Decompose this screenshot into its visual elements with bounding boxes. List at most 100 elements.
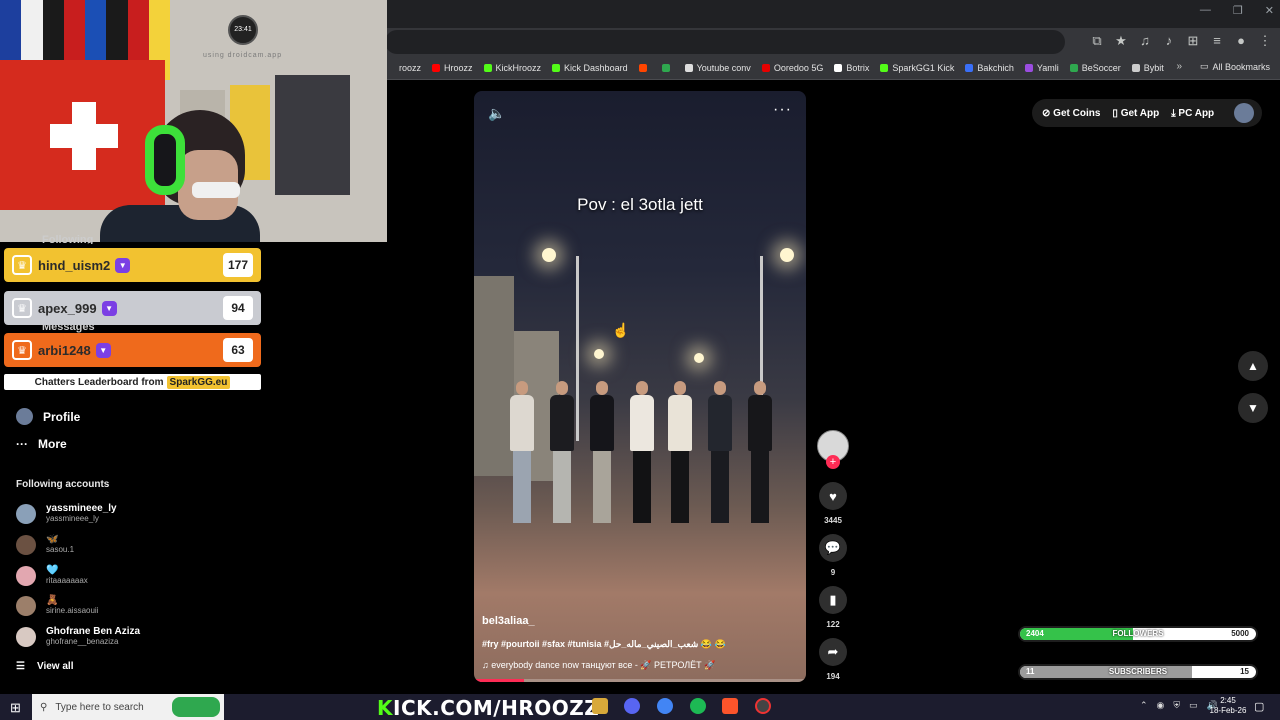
nav-more[interactable]: ··· More xyxy=(16,437,67,451)
leaderboard-name: hind_uism2 xyxy=(38,257,111,273)
leaderboard-brand: SparkGG.eu xyxy=(166,375,231,389)
person xyxy=(666,381,694,531)
restore-button[interactable]: ❐ xyxy=(1233,4,1243,17)
get-app-button[interactable]: ▯ Get App xyxy=(1112,108,1159,119)
account-avatar[interactable] xyxy=(1234,103,1254,123)
get-coins-button[interactable]: ⊘ Get Coins xyxy=(1042,108,1100,119)
file-explorer-icon[interactable] xyxy=(592,698,608,714)
taskbar-clock[interactable]: 2:45 18-Feb-26 xyxy=(1206,696,1250,716)
video-author[interactable]: bel3aliaa_ xyxy=(482,615,535,627)
following-account[interactable]: yassmineee_ly yassmineee_ly xyxy=(16,503,117,524)
like-button[interactable]: ♥ xyxy=(819,482,847,510)
menu-icon[interactable]: ⋮ xyxy=(1258,33,1272,49)
address-bar[interactable] xyxy=(385,30,1065,54)
minimize-button[interactable]: — xyxy=(1200,4,1211,17)
discord-icon[interactable] xyxy=(624,698,640,714)
following-account[interactable]: 🦋 sasou.1 xyxy=(16,534,74,555)
download-icon: ⤓ xyxy=(1171,107,1176,119)
bookmark-favicon-icon xyxy=(387,63,395,72)
bookmark-favicon-icon xyxy=(834,63,843,72)
close-button[interactable]: ✕ xyxy=(1265,4,1274,17)
bookmark-label: Ooredoo 5G xyxy=(773,62,824,73)
bookmark-item[interactable]: Youtube conv xyxy=(684,63,751,73)
following-account[interactable]: 🩵 ritaaaaaaax xyxy=(16,565,88,586)
video-overlay-text: Pov : el 3otla jett xyxy=(577,195,703,214)
star-icon[interactable]: ★ xyxy=(1114,33,1128,49)
extensions-icon[interactable]: ⊞ xyxy=(1186,33,1200,49)
screen-cast-icon[interactable]: ⧉ xyxy=(1090,33,1104,49)
view-all-button[interactable]: ☰ View all xyxy=(16,661,73,672)
hand-cursor-icon: ☝ xyxy=(612,322,630,338)
bookmark-label: Yamli xyxy=(1036,62,1059,73)
following-account[interactable]: 🧸 sirine.aissaouii xyxy=(16,595,98,616)
tray-chevron-icon[interactable]: ⌃ xyxy=(1140,700,1148,711)
bookmark-item[interactable]: roozz xyxy=(387,63,421,73)
bookmark-item[interactable]: Ooredoo 5G xyxy=(761,62,824,73)
bookmark-favicon-icon xyxy=(432,63,441,72)
shield-icon[interactable]: ⛨ xyxy=(1173,700,1180,711)
bookmark-item[interactable]: KickHroozz xyxy=(483,62,542,73)
audio-icon[interactable]: ♪ xyxy=(1162,33,1176,49)
bookmark-icon: ▮ xyxy=(829,592,837,607)
video-music[interactable]: ♫ everybody dance now танцуют все - 🚀 РЕ… xyxy=(482,660,715,671)
bookmark-item[interactable]: Botrix xyxy=(834,63,869,73)
video-player[interactable]: 🔈 ··· Pov : el 3otla jett bel3aliaa_ #fr… xyxy=(474,91,806,682)
leaderboard-score: 63 xyxy=(223,338,253,362)
tray-app-icon[interactable]: ◉ xyxy=(1157,700,1165,711)
sunglasses xyxy=(192,182,240,198)
search-icon: ⚲ xyxy=(40,701,48,713)
all-bookmarks-button[interactable]: ▭ All Bookmarks xyxy=(1200,61,1270,72)
spotify-icon[interactable] xyxy=(690,698,706,714)
share-button[interactable]: ➦ xyxy=(819,638,847,666)
subscribers-label: SUBSCRIBERS xyxy=(1108,667,1168,676)
bookmark-label: Bybit xyxy=(1143,62,1164,73)
video-progress-bar[interactable] xyxy=(474,679,806,682)
more-bookmarks-button[interactable]: » xyxy=(1176,61,1182,72)
bookmark-item[interactable] xyxy=(661,63,674,72)
nav-more-label: More xyxy=(38,437,67,451)
search-placeholder: Type here to search xyxy=(55,701,144,713)
comment-count: 9 xyxy=(830,568,836,577)
followers-label: FOLLOWERS xyxy=(1112,629,1164,638)
nav-profile[interactable]: Profile xyxy=(16,408,80,425)
bookmark-item[interactable]: SparkGG1 Kick xyxy=(880,63,954,73)
network-icon[interactable]: ▭ xyxy=(1189,700,1198,711)
window-controls: — ❐ ✕ xyxy=(1200,4,1274,17)
account-handle: sirine.aissaouii xyxy=(46,606,99,615)
obs-icon[interactable] xyxy=(755,698,771,714)
bookmark-item[interactable]: Yamli xyxy=(1024,62,1059,73)
bookmark-favicon-icon xyxy=(880,63,889,72)
comment-button[interactable]: 💬 xyxy=(819,534,847,562)
follow-plus-icon[interactable]: + xyxy=(826,455,840,469)
next-video-button[interactable]: ▼ xyxy=(1238,393,1268,423)
share-icon: ➦ xyxy=(827,644,839,659)
save-button[interactable]: ▮ xyxy=(819,586,847,614)
save-count: 122 xyxy=(826,620,840,629)
bookmark-item[interactable]: Hroozz xyxy=(432,63,473,73)
webcam-overlay: 23:41 using droidcam.app xyxy=(0,0,387,242)
nav-following-partial[interactable]: Following xyxy=(42,234,93,244)
bookmark-item[interactable] xyxy=(638,63,651,72)
comment-icon: 💬 xyxy=(824,540,842,555)
video-more-button[interactable]: ··· xyxy=(773,101,792,119)
chevron-down-icon: ▼ xyxy=(1247,401,1259,415)
chrome-icon[interactable] xyxy=(657,698,673,714)
bookmark-label: KickHroozz xyxy=(495,62,542,73)
profile-icon[interactable]: ● xyxy=(1234,33,1248,49)
headset xyxy=(145,125,185,195)
bookmark-item[interactable]: Bakchich xyxy=(965,63,1014,73)
following-account[interactable]: Ghofrane Ben Aziza ghofrane__benaziza xyxy=(16,626,140,647)
notification-icon[interactable]: ▢ xyxy=(1254,700,1264,713)
volume-icon[interactable]: 🔈 xyxy=(488,105,505,122)
bookmark-item[interactable]: Bybit xyxy=(1131,62,1164,73)
windows-start-icon[interactable]: ⊞ xyxy=(10,700,21,716)
bookmark-item[interactable]: BeSoccer xyxy=(1069,63,1121,73)
account-handle: yassmineee_ly xyxy=(46,514,99,523)
previous-video-button[interactable]: ▲ xyxy=(1238,351,1268,381)
pc-app-button[interactable]: ⤓ PC App xyxy=(1171,108,1214,119)
music-icon[interactable]: ♫ xyxy=(1138,33,1152,49)
top-actions-bar: ⊘ Get Coins ▯ Get App ⤓ PC App xyxy=(1032,99,1262,127)
tab-search-icon[interactable]: ≡ xyxy=(1210,33,1224,49)
brave-icon[interactable] xyxy=(722,698,738,714)
bookmark-item[interactable]: Kick Dashboard xyxy=(552,63,628,73)
